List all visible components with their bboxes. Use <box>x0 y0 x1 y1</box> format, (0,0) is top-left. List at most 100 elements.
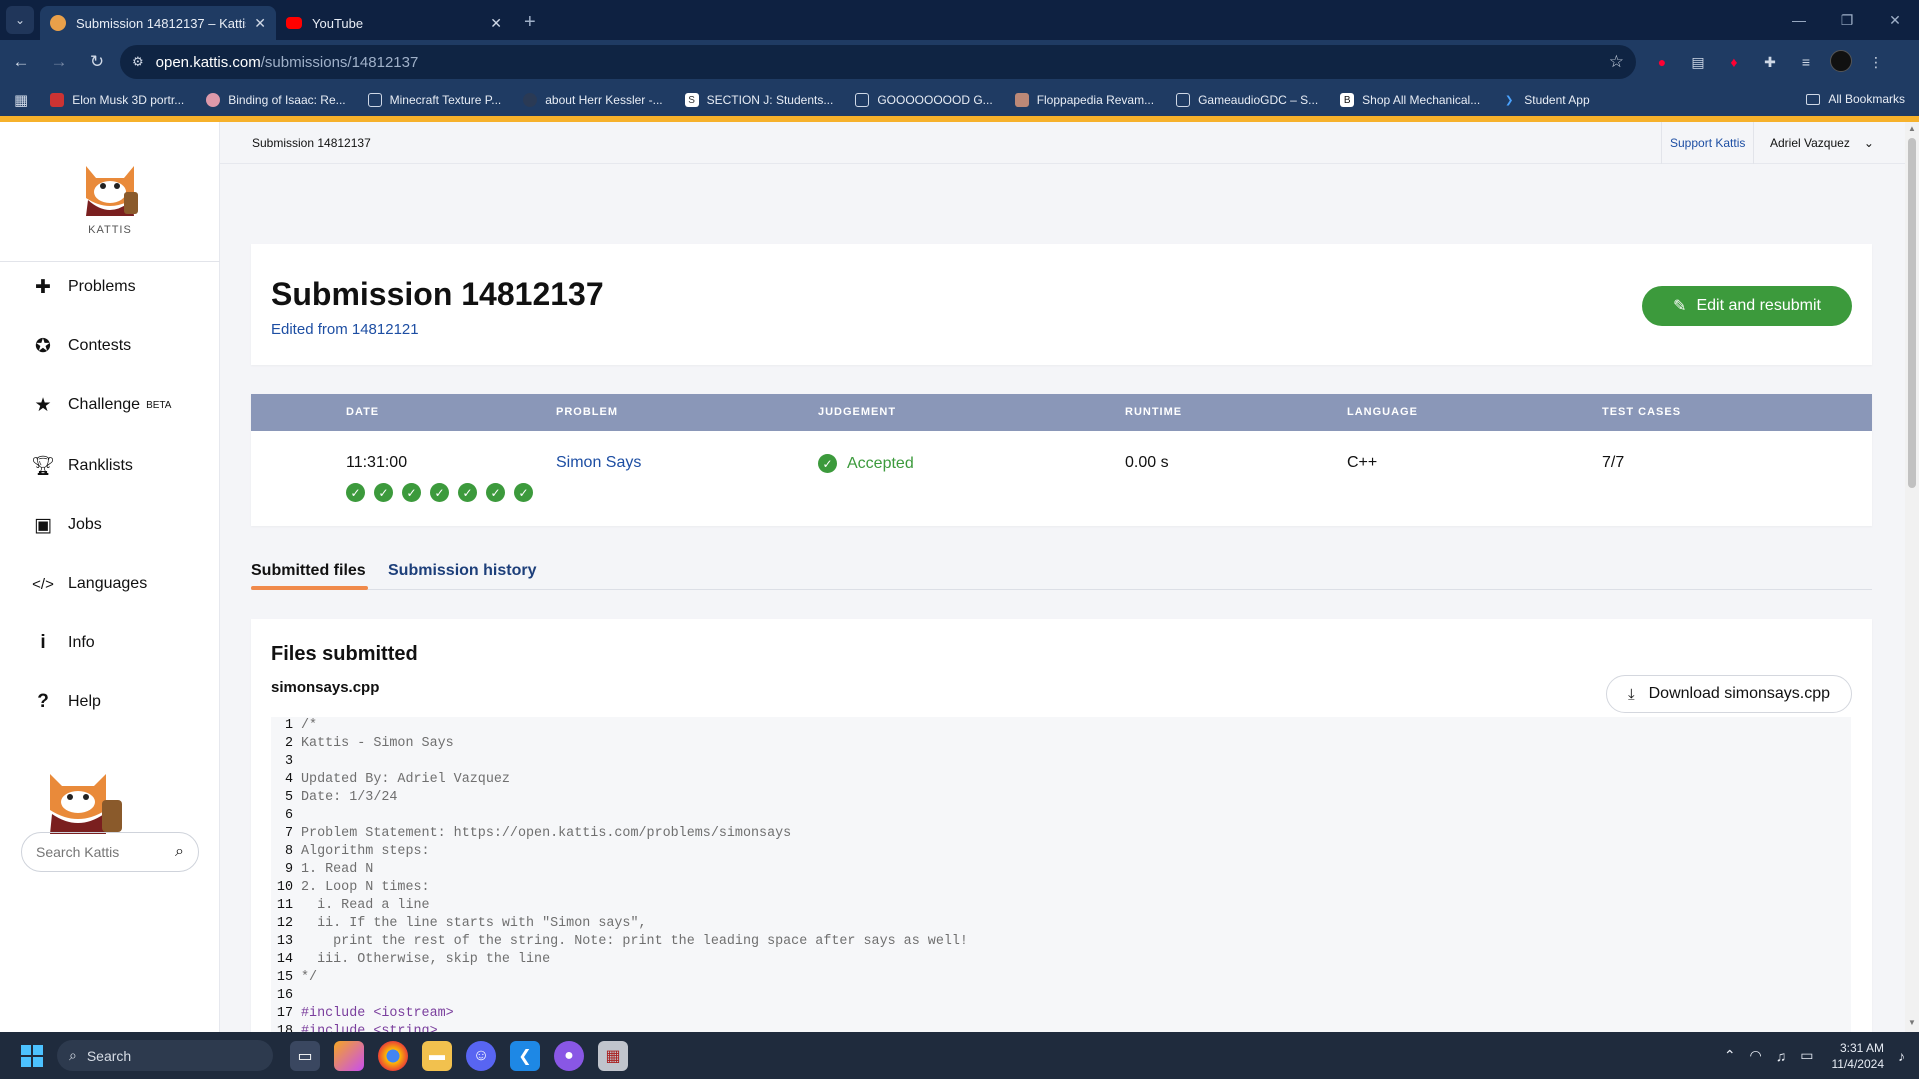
sidebar-item-label: Help <box>68 693 101 710</box>
bookmark-item[interactable]: ❯ Student App <box>1502 93 1590 107</box>
search-icon[interactable]: ⌕ <box>175 843 184 861</box>
task-view-icon[interactable]: ▭ <box>290 1041 320 1071</box>
tab-search-button[interactable]: ⌄ <box>6 6 34 34</box>
line-number: 16 <box>276 988 293 1003</box>
discord-icon[interactable]: ☺ <box>466 1041 496 1071</box>
restore-icon[interactable]: ❐ <box>1823 0 1871 40</box>
close-tab-icon[interactable]: ✕ <box>490 15 502 32</box>
bookmark-item[interactable]: S SECTION J: Students... <box>684 93 833 107</box>
check-circle-icon: ✓ <box>818 454 837 473</box>
page-scrollbar[interactable]: ▲ ▼ <box>1905 122 1919 1032</box>
column-header-runtime: RUNTIME <box>1125 406 1183 418</box>
browser-tab-youtube[interactable]: YouTube ✕ <box>276 6 512 40</box>
file-explorer-icon[interactable]: ▬ <box>422 1041 452 1071</box>
cast-extension-icon[interactable]: ▤ <box>1686 50 1710 74</box>
sidebar-item-jobs[interactable]: ▣ Jobs <box>30 510 102 540</box>
wifi-icon[interactable]: ◠ <box>1750 1047 1762 1064</box>
test-case-passed-icon[interactable]: ✓ <box>430 483 449 502</box>
reload-icon[interactable]: ↻ <box>80 45 114 79</box>
all-bookmarks-label: All Bookmarks <box>1828 92 1905 106</box>
address-bar[interactable]: ⚙ open.kattis.com/submissions/14812137 ☆ <box>120 45 1636 79</box>
tab-submitted-files[interactable]: Submitted files <box>251 562 366 580</box>
bookmark-item[interactable]: about Herr Kessler -... <box>523 93 663 107</box>
sidebar-item-ranklists[interactable]: 🏆︎ Ranklists <box>30 451 133 481</box>
line-text: 2. Loop N times: <box>301 880 430 895</box>
windows-start-icon[interactable] <box>21 1045 43 1067</box>
system-tray: ⌃ ◠ ♫ ▭ 3:31 AM 11/4/2024 ♪ <box>1710 1032 1905 1079</box>
support-kattis-link[interactable]: Support Kattis <box>1661 122 1755 164</box>
new-tab-icon[interactable]: + <box>524 11 536 34</box>
scroll-down-icon[interactable]: ▼ <box>1908 1018 1916 1027</box>
system-clock[interactable]: 3:31 AM 11/4/2024 <box>1832 1040 1885 1072</box>
browser-tab-kattis[interactable]: Submission 14812137 – Kattis, K ✕ <box>40 6 276 40</box>
bookmark-item[interactable]: GameaudioGDC – S... <box>1176 93 1318 107</box>
extensions-puzzle-icon[interactable]: ✚ <box>1758 50 1782 74</box>
sidebar-item-challenge[interactable]: ★ Challenge BETA <box>30 390 171 420</box>
folder-icon <box>1806 93 1821 105</box>
forward-icon[interactable]: → <box>42 45 76 79</box>
submission-header: Submission 14812137 Edited from 14812121… <box>251 244 1872 365</box>
user-menu[interactable]: Adriel Vazquez ⌄ <box>1770 122 1874 164</box>
kattis-logo-icon[interactable] <box>74 158 146 218</box>
edited-from-link[interactable]: Edited from 14812121 <box>271 321 419 338</box>
sidebar-item-info[interactable]: i Info <box>30 628 94 658</box>
taskbar-search[interactable]: ⌕ Search <box>57 1040 273 1071</box>
bookmark-item[interactable]: Binding of Isaac: Re... <box>206 93 346 107</box>
notification-bell-icon[interactable]: ♪ <box>1898 1048 1905 1064</box>
source-code-view[interactable]: 1 /* 2 Kattis - Simon Says 3 4 Updated By: Adr… <box>271 717 1851 1032</box>
bookmark-favicon <box>1014 93 1029 107</box>
sidebar-item-languages[interactable]: </> Languages <box>30 569 147 599</box>
browser-menu-icon[interactable]: ⋮ <box>1864 50 1888 74</box>
sidebar-item-problems[interactable]: ✚ Problems <box>30 272 136 302</box>
test-case-passed-icon[interactable]: ✓ <box>486 483 505 502</box>
line-number: 3 <box>284 754 293 769</box>
profile-avatar-icon[interactable] <box>1830 50 1852 72</box>
bookmark-item[interactable]: B Shop All Mechanical... <box>1340 93 1480 107</box>
user-name: Adriel Vazquez <box>1770 136 1850 150</box>
breadcrumb: Submission 14812137 <box>252 136 371 150</box>
red-extension-icon[interactable]: ♦ <box>1722 50 1746 74</box>
column-header-judgement: JUDGEMENT <box>818 406 897 418</box>
chrome-icon[interactable] <box>378 1041 408 1071</box>
test-case-passed-icon[interactable]: ✓ <box>402 483 421 502</box>
edit-and-resubmit-button[interactable]: ✎ Edit and resubmit <box>1642 286 1852 326</box>
vscode-icon[interactable]: ❮ <box>510 1041 540 1071</box>
line-number: 9 <box>284 862 293 877</box>
apps-grid-icon[interactable]: ▦ <box>14 91 28 109</box>
download-file-button[interactable]: ⤓ Download simonsays.cpp <box>1606 675 1852 713</box>
bookmark-item[interactable]: GOOOOOOOOD G... <box>855 93 993 107</box>
scroll-up-icon[interactable]: ▲ <box>1908 124 1916 133</box>
back-icon[interactable]: ← <box>4 45 38 79</box>
scrollbar-thumb[interactable] <box>1908 138 1916 488</box>
bookmark-item[interactable]: Floppapedia Revam... <box>1014 93 1154 107</box>
github-icon[interactable]: ● <box>554 1041 584 1071</box>
bookmark-item[interactable]: Elon Musk 3D portr... <box>50 93 184 107</box>
line-text: Problem Statement: https://open.kattis.c… <box>301 826 792 841</box>
copilot-icon[interactable] <box>334 1041 364 1071</box>
page-content: KATTIS ✚ Problems ✪ Contests ★ Challenge… <box>0 116 1919 1032</box>
minimize-icon[interactable]: — <box>1775 0 1823 40</box>
tray-chevron-up-icon[interactable]: ⌃ <box>1724 1047 1736 1064</box>
search-input[interactable] <box>36 844 176 860</box>
code-line: 2 Kattis - Simon Says <box>271 735 1851 753</box>
volume-icon[interactable]: ♫ <box>1776 1048 1787 1064</box>
bookmark-star-icon[interactable]: ☆ <box>1609 52 1624 72</box>
sidebar-item-help[interactable]: ? Help <box>30 687 101 717</box>
close-window-icon[interactable]: ✕ <box>1871 0 1919 40</box>
tab-submission-history[interactable]: Submission history <box>388 562 536 580</box>
all-bookmarks[interactable]: All Bookmarks <box>1806 92 1905 106</box>
close-tab-icon[interactable]: ✕ <box>254 15 266 32</box>
bookmark-item[interactable]: Minecraft Texture P... <box>367 93 501 107</box>
test-case-passed-icon[interactable]: ✓ <box>514 483 533 502</box>
site-info-icon[interactable]: ⚙ <box>132 54 144 70</box>
url-path: /submissions/14812137 <box>260 53 419 71</box>
battery-icon[interactable]: ▭ <box>1800 1047 1813 1064</box>
test-case-passed-icon[interactable]: ✓ <box>458 483 477 502</box>
adblock-extension-icon[interactable]: ● <box>1650 50 1674 74</box>
problem-link[interactable]: Simon Says <box>556 454 641 472</box>
media-control-icon[interactable]: ≡ <box>1794 50 1818 74</box>
app-icon[interactable]: ▦ <box>598 1041 628 1071</box>
sidebar-item-contests[interactable]: ✪ Contests <box>30 331 131 361</box>
test-case-passed-icon[interactable]: ✓ <box>374 483 393 502</box>
test-case-passed-icon[interactable]: ✓ <box>346 483 365 502</box>
